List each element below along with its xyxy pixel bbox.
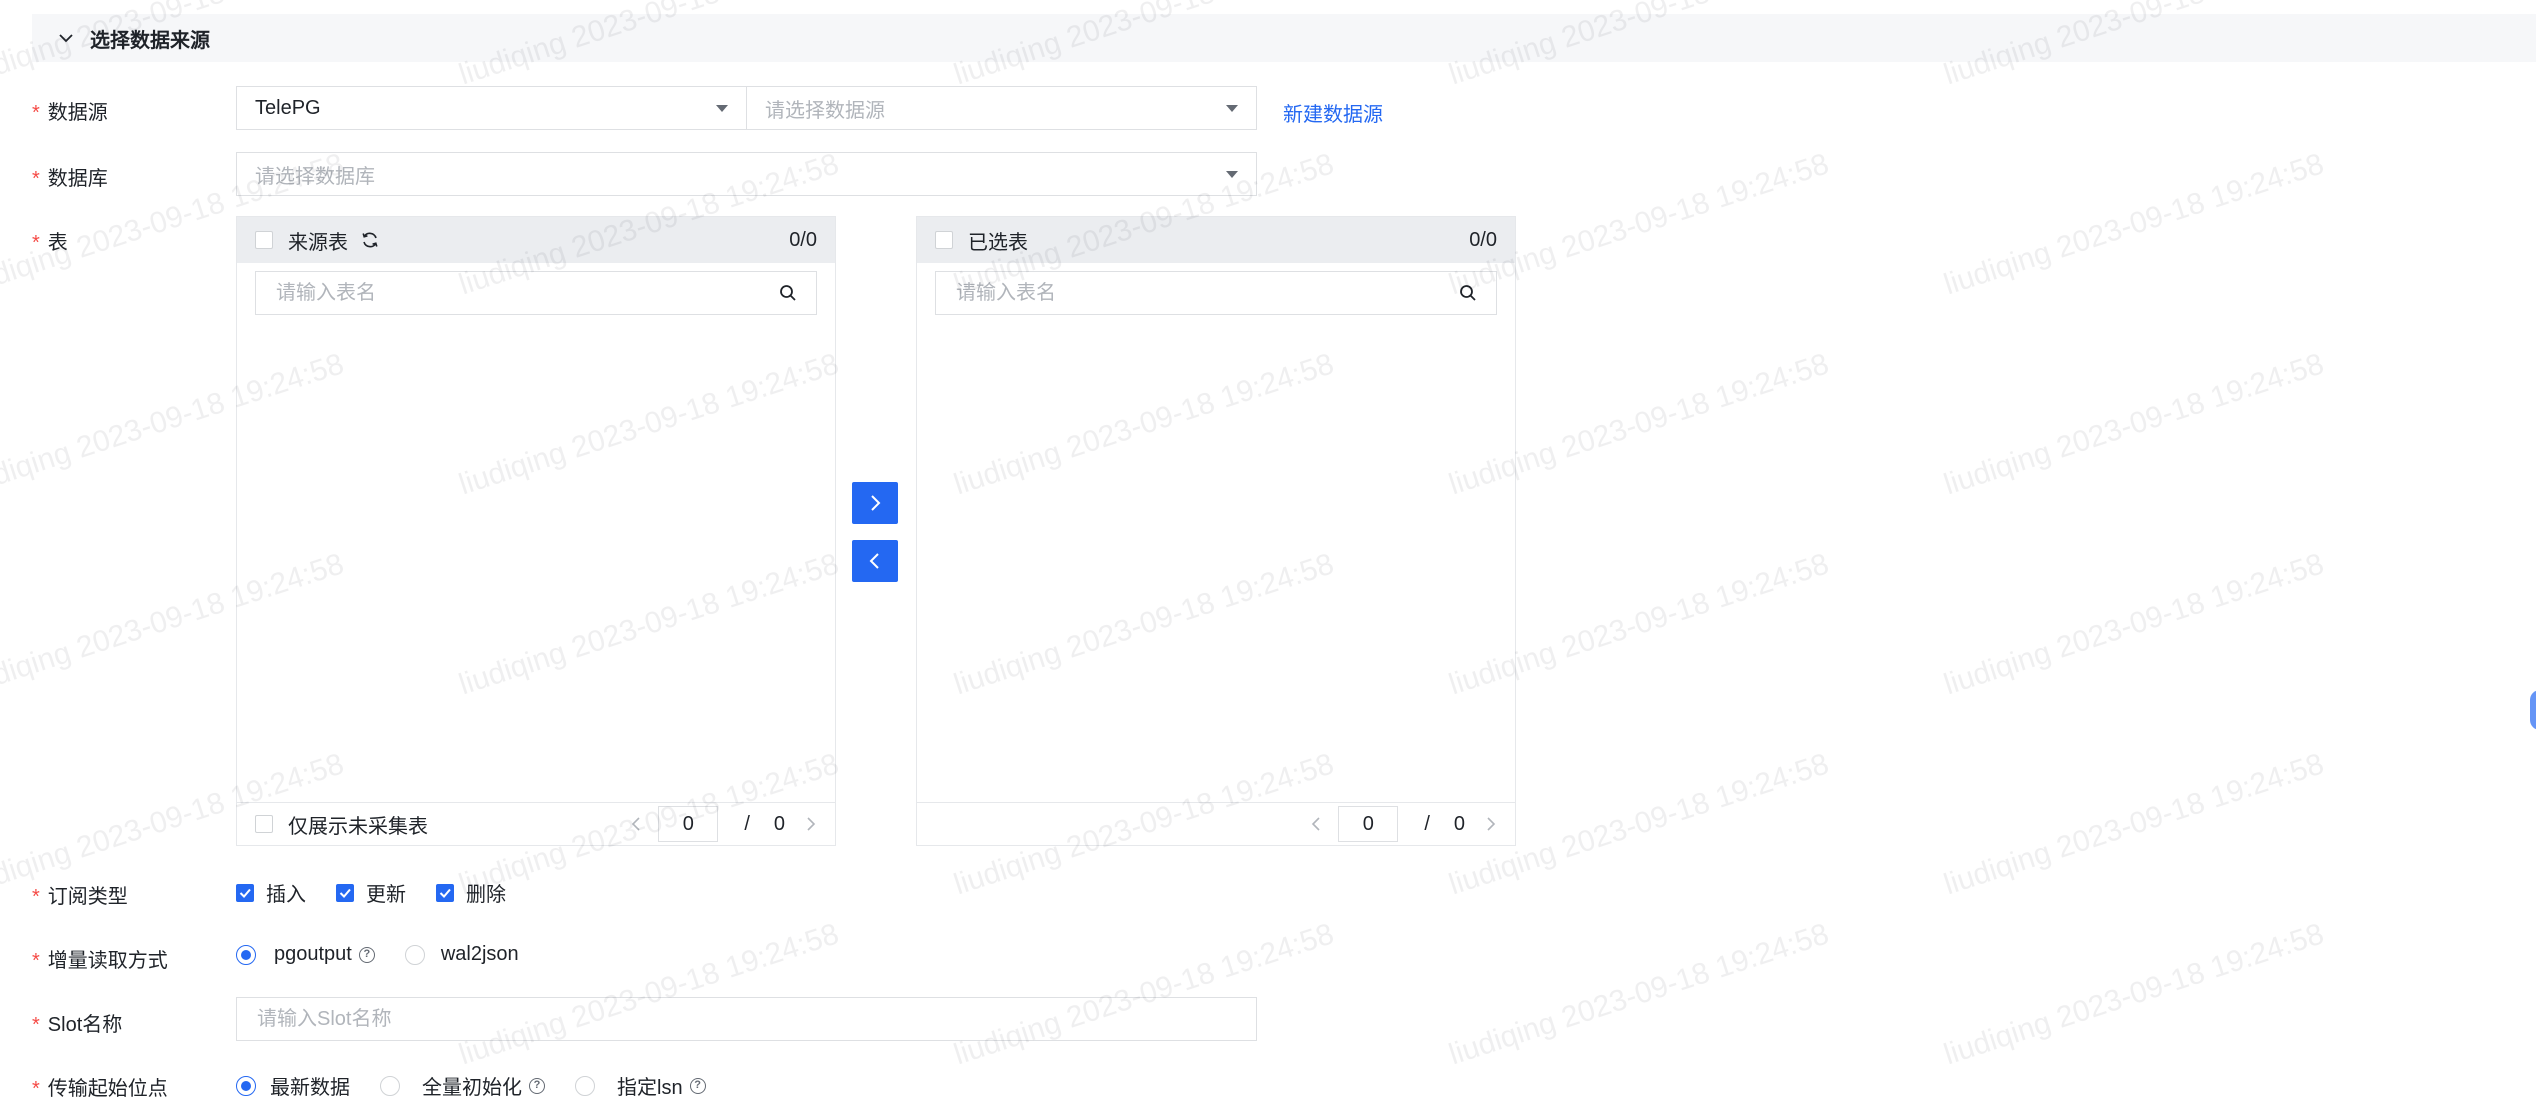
checkbox-checked[interactable] — [436, 883, 454, 902]
target-search-input[interactable] — [954, 280, 1458, 306]
radio-selected[interactable] — [236, 1075, 256, 1096]
source-page-input[interactable]: 0 — [658, 806, 719, 842]
target-panel-header: 已选表 0/0 — [917, 217, 1515, 263]
next-page-icon[interactable] — [805, 815, 817, 833]
help-icon[interactable]: ? — [358, 946, 375, 963]
side-drawer-handle[interactable] — [2530, 690, 2536, 730]
subscribe-update-option[interactable]: 更新 — [336, 878, 406, 907]
required-mark: * — [32, 1014, 40, 1036]
watermark-text: liudiqing 2023-09-18 19:24:58 — [1940, 147, 2328, 302]
target-panel-title: 已选表 — [968, 231, 1028, 254]
target-panel-footer: 0 / 0 — [917, 802, 1515, 845]
refresh-icon[interactable] — [360, 230, 380, 250]
radio-unselected[interactable] — [380, 1075, 400, 1096]
radio-unselected[interactable] — [404, 944, 425, 965]
search-icon[interactable] — [778, 283, 798, 303]
datasource-type-value: TelePG — [255, 96, 321, 119]
source-panel-footer: 仅展示未采集表 0 / 0 — [237, 802, 835, 845]
datasource-instance-select[interactable]: 请选择数据源 — [746, 86, 1257, 130]
target-page-total: 0 — [1453, 812, 1465, 835]
slot-name-label: * Slot名称 — [32, 1014, 123, 1036]
radio-unselected[interactable] — [575, 1075, 595, 1096]
database-select[interactable]: 请选择数据库 — [236, 152, 1257, 196]
chevron-right-icon — [867, 492, 883, 514]
watermark-text: liudiqing 2023-09-18 19:24:58 — [1940, 547, 2328, 702]
source-panel-header: 来源表 0/0 — [237, 217, 835, 263]
subscribe-delete-option[interactable]: 删除 — [436, 878, 506, 907]
wal2json-option[interactable]: wal2json — [404, 943, 519, 966]
start-point-group: 最新数据 全量初始化 ? 指定lsn ? — [236, 1071, 736, 1100]
source-page-total: 0 — [773, 812, 785, 835]
required-mark: * — [32, 950, 40, 972]
move-right-button[interactable] — [852, 482, 898, 524]
target-panel-count: 0/0 — [1469, 228, 1497, 251]
required-mark: * — [32, 168, 40, 190]
slot-name-input[interactable] — [255, 1006, 1238, 1032]
prev-page-icon[interactable] — [1310, 815, 1322, 833]
full-init-option[interactable]: 全量初始化 ? — [380, 1071, 545, 1100]
search-icon[interactable] — [1458, 283, 1478, 303]
latest-data-option[interactable]: 最新数据 — [236, 1071, 350, 1100]
target-page-input[interactable]: 0 — [1338, 806, 1399, 842]
only-uncollected-checkbox[interactable] — [255, 815, 273, 833]
section-header[interactable]: 选择数据来源 — [32, 14, 2536, 62]
selected-table-panel: 已选表 0/0 0 / 0 — [916, 216, 1516, 846]
caret-down-icon — [1226, 104, 1238, 112]
section-title: 选择数据来源 — [90, 29, 210, 52]
watermark-text: liudiqing 2023-09-18 19:24:58 — [950, 917, 1338, 1072]
required-mark: * — [32, 886, 40, 908]
next-page-icon[interactable] — [1485, 815, 1497, 833]
checkbox-checked[interactable] — [336, 883, 354, 902]
pager-slash: / — [1424, 812, 1430, 835]
help-icon[interactable]: ? — [689, 1077, 706, 1094]
watermark-text: liudiqing 2023-09-18 19:24:58 — [1940, 917, 2328, 1072]
start-point-label: * 传输起始位点 — [32, 1078, 168, 1100]
prev-page-icon[interactable] — [630, 815, 642, 833]
watermark-text: liudiqing 2023-09-18 19:24:58 — [1445, 917, 1833, 1072]
radio-selected[interactable] — [236, 944, 256, 965]
incremental-mode-group: pgoutput ? wal2json — [236, 943, 549, 966]
watermark-text: liudiqing 2023-09-18 19:24:58 — [455, 917, 843, 1072]
checkbox-checked[interactable] — [236, 883, 254, 902]
caret-down-icon — [716, 104, 728, 112]
chevron-left-icon — [867, 550, 883, 572]
source-select-all-checkbox[interactable] — [255, 231, 273, 249]
source-search-input[interactable] — [274, 280, 778, 306]
watermark-text: liudiqing 2023-09-18 19:24:58 — [1940, 347, 2328, 502]
caret-down-icon — [1226, 170, 1238, 178]
source-pager: 0 / 0 — [630, 806, 817, 842]
target-search-box[interactable] — [935, 271, 1497, 315]
subscribe-type-label: * 订阅类型 — [32, 886, 128, 908]
only-uncollected-label: 仅展示未采集表 — [288, 815, 428, 838]
required-mark: * — [32, 102, 40, 124]
datasource-instance-placeholder: 请选择数据源 — [765, 99, 885, 122]
new-datasource-link[interactable]: 新建数据源 — [1283, 98, 1383, 127]
slot-name-field[interactable] — [236, 997, 1257, 1041]
required-mark: * — [32, 1078, 40, 1100]
subscribe-type-group: 插入 更新 删除 — [236, 878, 536, 907]
pgoutput-option[interactable]: pgoutput ? — [236, 943, 375, 966]
required-mark: * — [32, 232, 40, 254]
specified-lsn-option[interactable]: 指定lsn ? — [575, 1071, 706, 1100]
pager-slash: / — [744, 812, 750, 835]
datasource-type-select[interactable]: TelePG — [236, 86, 747, 130]
source-table-panel: 来源表 0/0 仅展示未采集表 0 / 0 — [236, 216, 836, 846]
target-pager: 0 / 0 — [1310, 806, 1497, 842]
source-search-box[interactable] — [255, 271, 817, 315]
database-placeholder: 请选择数据库 — [255, 165, 375, 188]
target-select-all-checkbox[interactable] — [935, 231, 953, 249]
incremental-mode-label: * 增量读取方式 — [32, 950, 168, 972]
database-label: * 数据库 — [32, 168, 108, 190]
chevron-down-icon[interactable] — [52, 24, 80, 52]
source-panel-count: 0/0 — [789, 228, 817, 251]
move-left-button[interactable] — [852, 540, 898, 582]
table-label: * 表 — [32, 232, 68, 254]
source-panel-title: 来源表 — [288, 231, 348, 254]
help-icon[interactable]: ? — [529, 1077, 545, 1094]
watermark-text: liudiqing 2023-09-18 19:24:58 — [1940, 747, 2328, 902]
subscribe-insert-option[interactable]: 插入 — [236, 878, 306, 907]
datasource-label: * 数据源 — [32, 102, 108, 124]
